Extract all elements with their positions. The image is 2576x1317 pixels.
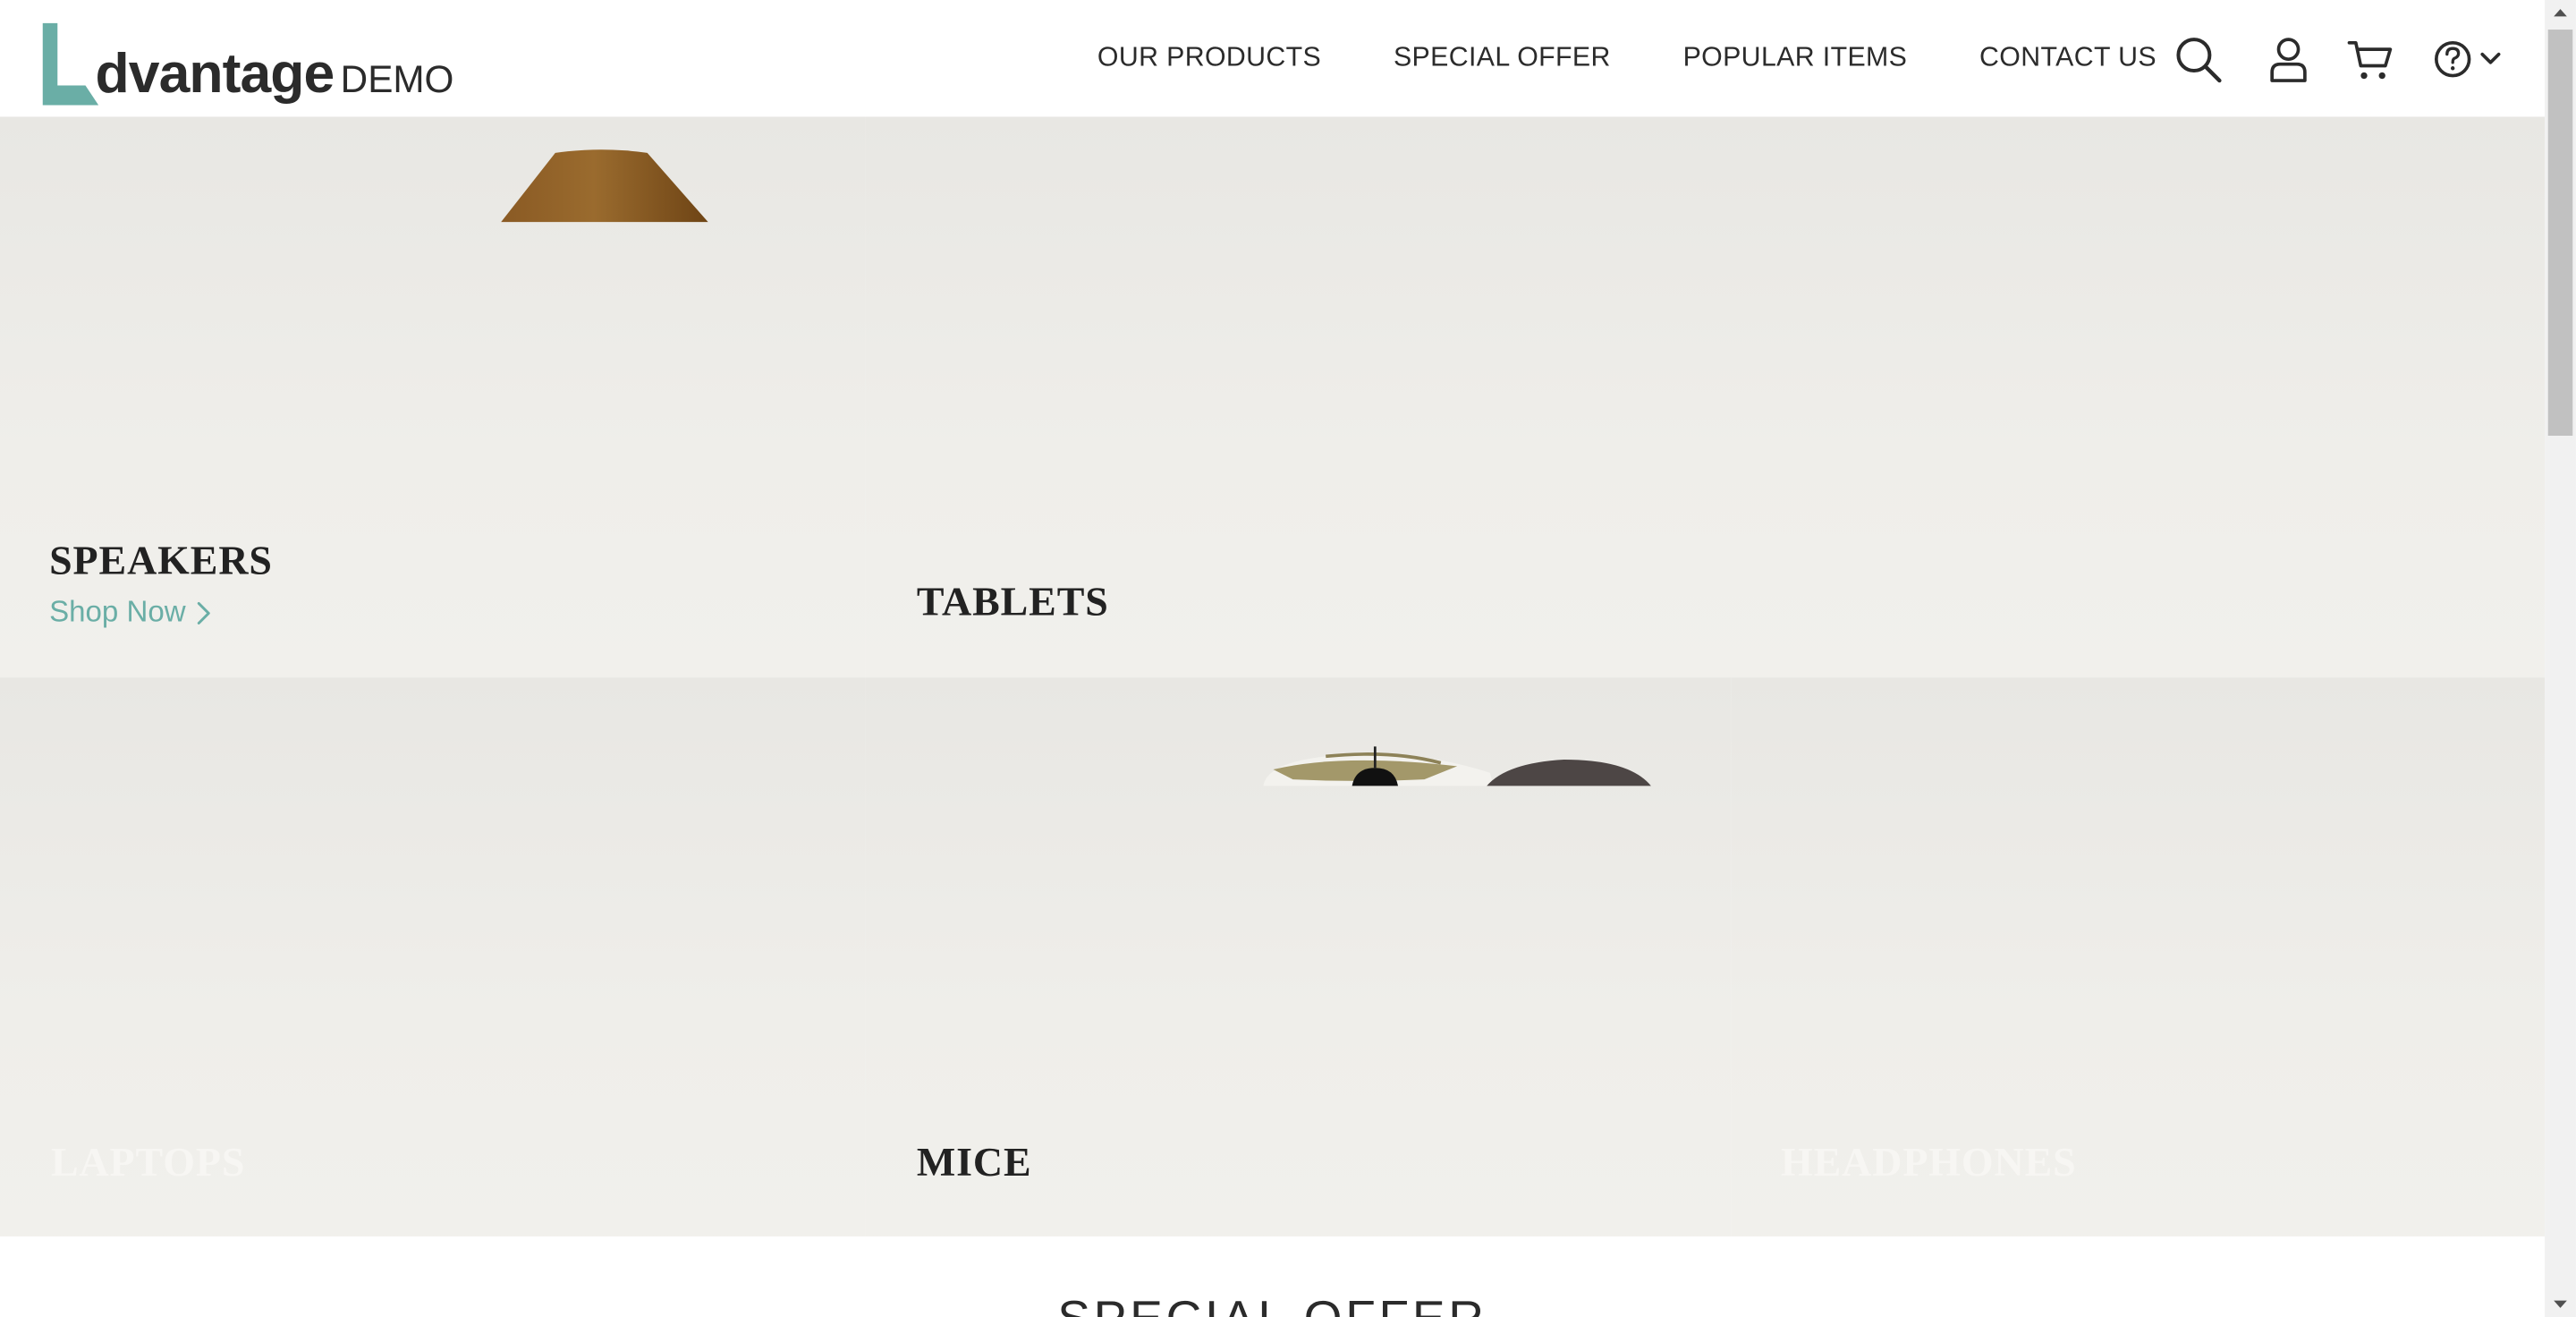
shop-now-link[interactable]: Shop Now bbox=[49, 595, 212, 630]
category-title[interactable]: MICE bbox=[917, 1141, 1032, 1186]
help-menu[interactable] bbox=[2429, 35, 2508, 84]
nav-contact-us[interactable]: CONTACT US bbox=[1944, 43, 2193, 74]
page-scrollbar[interactable] bbox=[2545, 0, 2576, 1317]
shop-now-label: Shop Now bbox=[49, 595, 186, 629]
speaker-image bbox=[501, 149, 708, 223]
logo-mark bbox=[39, 22, 99, 106]
main-nav: OUR PRODUCTS SPECIAL OFFER POPULAR ITEMS… bbox=[1062, 0, 2193, 116]
cart-icon[interactable] bbox=[2346, 35, 2395, 84]
search-icon[interactable] bbox=[2174, 35, 2223, 84]
category-tile-headphones[interactable]: HEADPHONES bbox=[1731, 677, 2546, 1236]
scroll-up-arrow[interactable] bbox=[2545, 0, 2576, 26]
category-title[interactable]: LAPTOPS bbox=[51, 1141, 245, 1186]
category-tile-mice[interactable]: MICE bbox=[865, 677, 1732, 1236]
site-logo[interactable]: dvantage DEMO bbox=[39, 16, 454, 106]
scrollbar-thumb[interactable] bbox=[2547, 30, 2573, 436]
nav-special-offer[interactable]: SPECIAL OFFER bbox=[1358, 43, 1648, 74]
category-tile-speakers[interactable]: SPEAKERS Shop Now bbox=[0, 116, 866, 678]
category-title[interactable]: TABLETS bbox=[917, 581, 1109, 626]
site-header: dvantage DEMO OUR PRODUCTS SPECIAL OFFER… bbox=[0, 0, 2546, 117]
scroll-down-arrow[interactable] bbox=[2545, 1291, 2576, 1317]
browser-viewport: dvantage DEMO OUR PRODUCTS SPECIAL OFFER… bbox=[0, 0, 2576, 1317]
logo-demo-label: DEMO bbox=[340, 57, 454, 101]
category-title[interactable]: HEADPHONES bbox=[1781, 1141, 2077, 1186]
logo-word: dvantage bbox=[95, 42, 335, 106]
mice-image bbox=[1263, 746, 1651, 786]
user-icon[interactable] bbox=[2264, 35, 2313, 84]
category-title[interactable]: SPEAKERS bbox=[49, 540, 273, 585]
nav-our-products[interactable]: OUR PRODUCTS bbox=[1062, 43, 1358, 74]
category-tile-tablets[interactable]: TABLETS bbox=[865, 116, 2546, 678]
nav-popular-items[interactable]: POPULAR ITEMS bbox=[1647, 43, 1943, 74]
category-tile-laptops[interactable]: LAPTOPS bbox=[0, 677, 866, 1236]
chevron-right-icon bbox=[197, 601, 210, 625]
special-offer-heading: SPECIAL OFFER bbox=[0, 1292, 2545, 1317]
